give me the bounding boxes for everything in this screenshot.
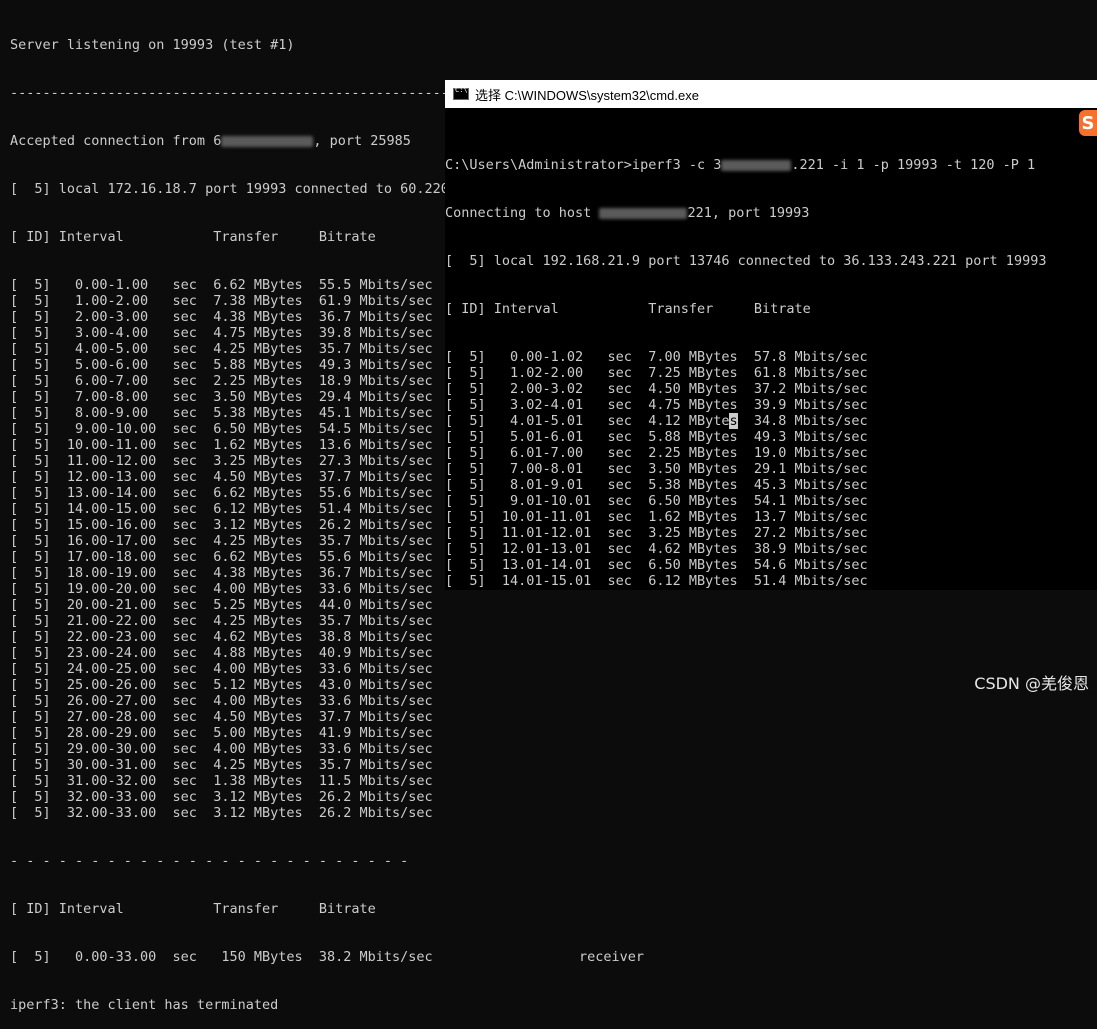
cmd-icon [453,86,469,100]
command-suffix: .221 -i 1 -p 19993 -t 120 -P 1 [791,157,1036,173]
client-interval-row: [ 5] 3.02-4.01 sec 4.75 MBytes 39.9 Mbit… [445,397,868,413]
client-interval-row: [ 5] 7.00-8.01 sec 3.50 MBytes 29.1 Mbit… [445,461,868,477]
server-interval-row: [ 5] 31.00-32.00 sec 1.38 MBytes 11.5 Mb… [10,773,433,789]
iperf-command-line: C:\Users\Administrator>iperf3 -c 3 .221 -… [445,157,1097,173]
client-terminated-line: iperf3: the client has terminated [10,997,279,1013]
server-interval-row: [ 5] 26.00-27.00 sec 4.00 MBytes 33.6 Mb… [10,693,433,709]
redacted-host-2 [599,207,688,219]
client-interval-row: [ 5] 13.01-14.01 sec 6.50 MBytes 54.6 Mb… [445,557,868,573]
accepted-prefix: Accepted connection from 6 [10,133,222,149]
cmd-window-title: 选择 C:\WINDOWS\system32\cmd.exe [475,87,699,103]
cmd-window[interactable]: 选择 C:\WINDOWS\system32\cmd.exe C:\Users\… [445,80,1097,590]
server-interval-row: [ 5] 32.00-33.00 sec 3.12 MBytes 26.2 Mb… [10,805,433,821]
server-interval-row: [ 5] 24.00-25.00 sec 4.00 MBytes 33.6 Mb… [10,661,433,677]
accepted-suffix: , port 25985 [313,133,411,149]
redacted-host [721,159,792,171]
client-interval-row: [ 5] 8.01-9.01 sec 5.38 MBytes 45.3 Mbit… [445,477,868,493]
server-interval-row: [ 5] 28.00-29.00 sec 5.00 MBytes 41.9 Mb… [10,725,433,741]
client-interval-row: [ 5] 14.01-15.01 sec 6.12 MBytes 51.4 Mb… [445,573,868,589]
row-text: [ 5] 4.01-5.01 sec 4.12 MByte [445,413,730,429]
client-interval-row: [ 5] 11.01-12.01 sec 3.25 MBytes 27.2 Mb… [445,525,868,541]
text-cursor: s [729,413,738,429]
client-interval-row: [ 5] 12.01-13.01 sec 4.62 MBytes 38.9 Mb… [445,541,868,557]
server-interval-row: [ 5] 27.00-28.00 sec 4.50 MBytes 37.7 Mb… [10,709,433,725]
connecting-line: Connecting to host 221, port 19993 [445,205,1097,221]
cmd-local-connection-line: [ 5] local 192.168.21.9 port 13746 conne… [445,253,1047,269]
server-interval-row: [ 5] 21.00-22.00 sec 4.25 MBytes 35.7 Mb… [10,613,433,629]
client-interval-row: [ 5] 6.01-7.00 sec 2.25 MBytes 19.0 Mbit… [445,445,868,461]
client-interval-row: [ 5] 1.02-2.00 sec 7.25 MBytes 61.8 Mbit… [445,365,868,381]
cmd-column-header-line: [ ID] Interval Transfer Bitrate [445,301,811,317]
redacted-ip [221,135,314,147]
server-interval-row: [ 5] 25.00-26.00 sec 5.12 MBytes 43.0 Mb… [10,677,433,693]
client-interval-rows: [ 5] 0.00-1.02 sec 7.00 MBytes 57.8 Mbit… [445,349,1097,590]
connecting-suffix: 221, port 19993 [687,205,810,221]
client-interval-row: [ 5] 9.01-10.01 sec 6.50 MBytes 54.1 Mbi… [445,493,868,509]
summary-row-line: [ 5] 0.00-33.00 sec 150 MBytes 38.2 Mbit… [10,949,644,965]
server-header-line: Server listening on 19993 (test #1) [10,37,295,53]
server-interval-row: [ 5] 22.00-23.00 sec 4.62 MBytes 38.8 Mb… [10,629,433,645]
dashed-separator-line: - - - - - - - - - - - - - - - - - - - - … [10,853,409,869]
row-text-suffix: 34.8 Mbits/sec [737,413,868,429]
sogou-ime-icon[interactable]: S [1079,110,1097,136]
cmd-terminal-output[interactable]: C:\Users\Administrator>iperf3 -c 3 .221 -… [445,125,1097,590]
client-interval-row: [ 5] 2.00-3.02 sec 4.50 MBytes 37.2 Mbit… [445,381,868,397]
server-interval-row: [ 5] 30.00-31.00 sec 4.25 MBytes 35.7 Mb… [10,757,433,773]
connecting-prefix: Connecting to host [445,205,600,221]
client-interval-row: [ 5] 15.01-16.01 sec 3.25 MBytes 27.0 Mb… [445,589,1097,590]
server-interval-row: [ 5] 32.00-33.00 sec 3.12 MBytes 26.2 Mb… [10,789,433,805]
client-interval-row: [ 5] 0.00-1.02 sec 7.00 MBytes 57.8 Mbit… [445,349,868,365]
cmd-titlebar[interactable]: 选择 C:\WINDOWS\system32\cmd.exe [445,80,1097,108]
client-interval-row: [ 5] 10.01-11.01 sec 1.62 MBytes 13.7 Mb… [445,509,868,525]
command-prefix: C:\Users\Administrator>iperf3 -c 3 [445,157,722,173]
server-interval-row: [ 5] 20.00-21.00 sec 5.25 MBytes 44.0 Mb… [10,597,433,613]
server-interval-row: [ 5] 29.00-30.00 sec 4.00 MBytes 33.6 Mb… [10,741,433,757]
server-interval-row: [ 5] 23.00-24.00 sec 4.88 MBytes 40.9 Mb… [10,645,433,661]
client-interval-row: [ 5] 5.01-6.01 sec 5.88 MBytes 49.3 Mbit… [445,429,868,445]
csdn-watermark: CSDN @羌俊恩 [974,674,1089,693]
summary-header-line: [ ID] Interval Transfer Bitrate [10,901,376,917]
client-interval-row: [ 5] 4.01-5.01 sec 4.12 MBytes 34.8 Mbit… [445,413,1097,429]
